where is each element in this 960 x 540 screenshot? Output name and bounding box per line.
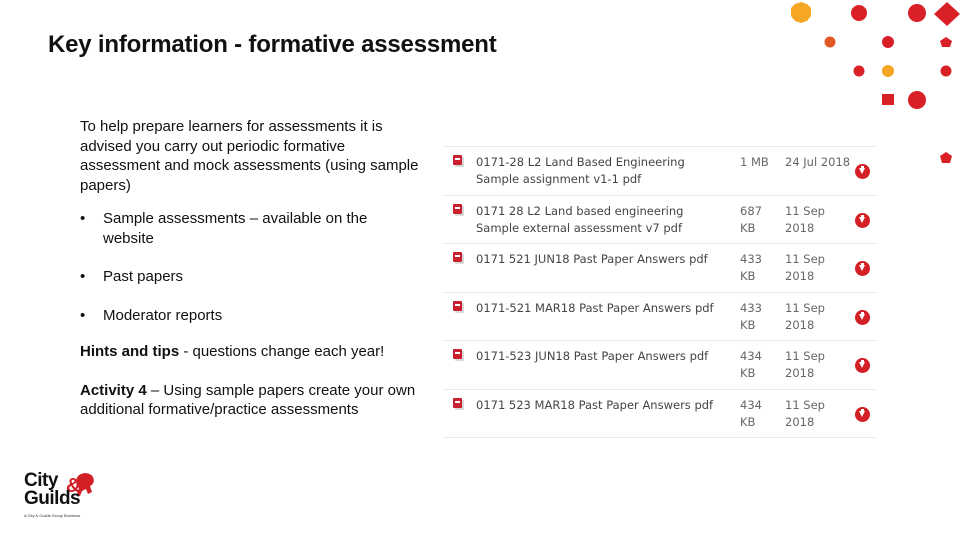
bullet-item: • Sample assessments – available on the … [80, 209, 420, 248]
bullet-text: Moderator reports [103, 306, 223, 324]
bullet-dot: • [80, 306, 86, 324]
orange-octagon-shape [791, 2, 811, 23]
page-title: Key information - formative assessment [48, 31, 497, 58]
file-name-link[interactable]: 0171-521 MAR18 Past Paper Answers pdf [476, 300, 726, 317]
red-circle-shape [851, 5, 867, 21]
activity-paragraph: Activity 4 – Using sample papers create … [80, 381, 420, 420]
red-diamond-shape [934, 2, 960, 26]
download-icon[interactable] [855, 212, 870, 228]
download-icon[interactable] [855, 309, 870, 325]
file-list: 0171-28 L2 Land Based Engineering Sample… [443, 146, 876, 438]
pdf-icon [453, 252, 462, 262]
red-circle-shape [940, 65, 952, 77]
download-icon[interactable] [855, 261, 870, 276]
file-row: 0171-28 L2 Land Based Engineering Sample… [443, 146, 876, 195]
red-circle-shape [853, 65, 865, 77]
download-icon[interactable] [855, 358, 870, 373]
activity-label: Activity 4 [80, 381, 147, 399]
file-date: 11 Sep 2018 [785, 252, 825, 283]
file-size: 433 KB [740, 252, 762, 283]
intro-paragraph: To help prepare learners for assessments… [80, 118, 419, 194]
file-size: 433 KB [740, 300, 762, 332]
file-date: 11 Sep 2018 [785, 397, 825, 429]
file-size: 687 KB [740, 203, 762, 235]
city-and-guilds-logo: City & Guilds A City & Guilds Group Busi… [22, 470, 102, 522]
file-row: 0171 28 L2 Land based engineering Sample… [443, 194, 876, 244]
file-name-link[interactable]: 0171-28 L2 Land Based Engineering Sample… [476, 154, 726, 188]
bullet-item: • Moderator reports [80, 306, 420, 326]
bullet-text: Past papers [103, 268, 184, 285]
content-column: To help prepare learners for assessments… [80, 117, 420, 420]
red-circle-shape [882, 36, 894, 48]
file-name-link[interactable]: 0171 28 L2 Land based engineering Sample… [476, 203, 726, 237]
file-date: 24 Jul 2018 [785, 155, 851, 169]
download-icon[interactable] [855, 164, 870, 179]
decorative-shapes [791, 2, 960, 163]
bullet-dot: • [80, 210, 86, 227]
pdf-icon [453, 300, 462, 311]
logo-text-guilds: Guilds [24, 488, 81, 509]
bullet-item: • Past papers [80, 267, 420, 287]
hints-paragraph: Hints and tips - questions change each y… [80, 342, 420, 362]
file-date: 11 Sep 2018 [785, 203, 825, 235]
hints-text: - questions change each year! [179, 343, 385, 360]
red-pentagon-shape [940, 152, 952, 163]
pdf-icon [453, 397, 462, 408]
red-circle-shape [908, 4, 926, 22]
red-square-shape [882, 94, 894, 105]
pdf-icon [453, 203, 462, 214]
file-name-link[interactable]: 0171-523 JUN18 Past Paper Answers pdf [476, 348, 726, 365]
hints-label: Hints and tips [80, 343, 180, 360]
file-row: 0171-523 JUN18 Past Paper Answers pdf 43… [443, 340, 876, 389]
file-size: 434 KB [740, 397, 762, 429]
file-date: 11 Sep 2018 [785, 349, 825, 380]
file-name-link[interactable]: 0171 521 JUN18 Past Paper Answers pdf [476, 251, 726, 268]
file-size: 434 KB [740, 349, 762, 380]
red-pentagon-shape [940, 37, 952, 47]
logo-tagline: A City & Guilds Group Business [24, 513, 81, 518]
orange-circle-shape [824, 36, 836, 48]
orange-circle-shape [882, 65, 894, 77]
file-date: 11 Sep 2018 [785, 300, 825, 332]
file-row: 0171 523 MAR18 Past Paper Answers pdf 43… [443, 388, 876, 438]
file-row: 0171-521 MAR18 Past Paper Answers pdf 43… [443, 291, 876, 341]
file-size: 1 MB [740, 155, 769, 169]
red-circle-shape [908, 91, 926, 109]
file-row: 0171 521 JUN18 Past Paper Answers pdf 43… [443, 243, 876, 292]
pdf-icon [453, 155, 462, 165]
pdf-icon [453, 349, 462, 359]
file-name-link[interactable]: 0171 523 MAR18 Past Paper Answers pdf [476, 397, 726, 414]
download-icon[interactable] [855, 406, 870, 422]
bullet-dot: • [80, 268, 86, 285]
bullet-text: Sample assessments – available on the we… [103, 210, 368, 247]
